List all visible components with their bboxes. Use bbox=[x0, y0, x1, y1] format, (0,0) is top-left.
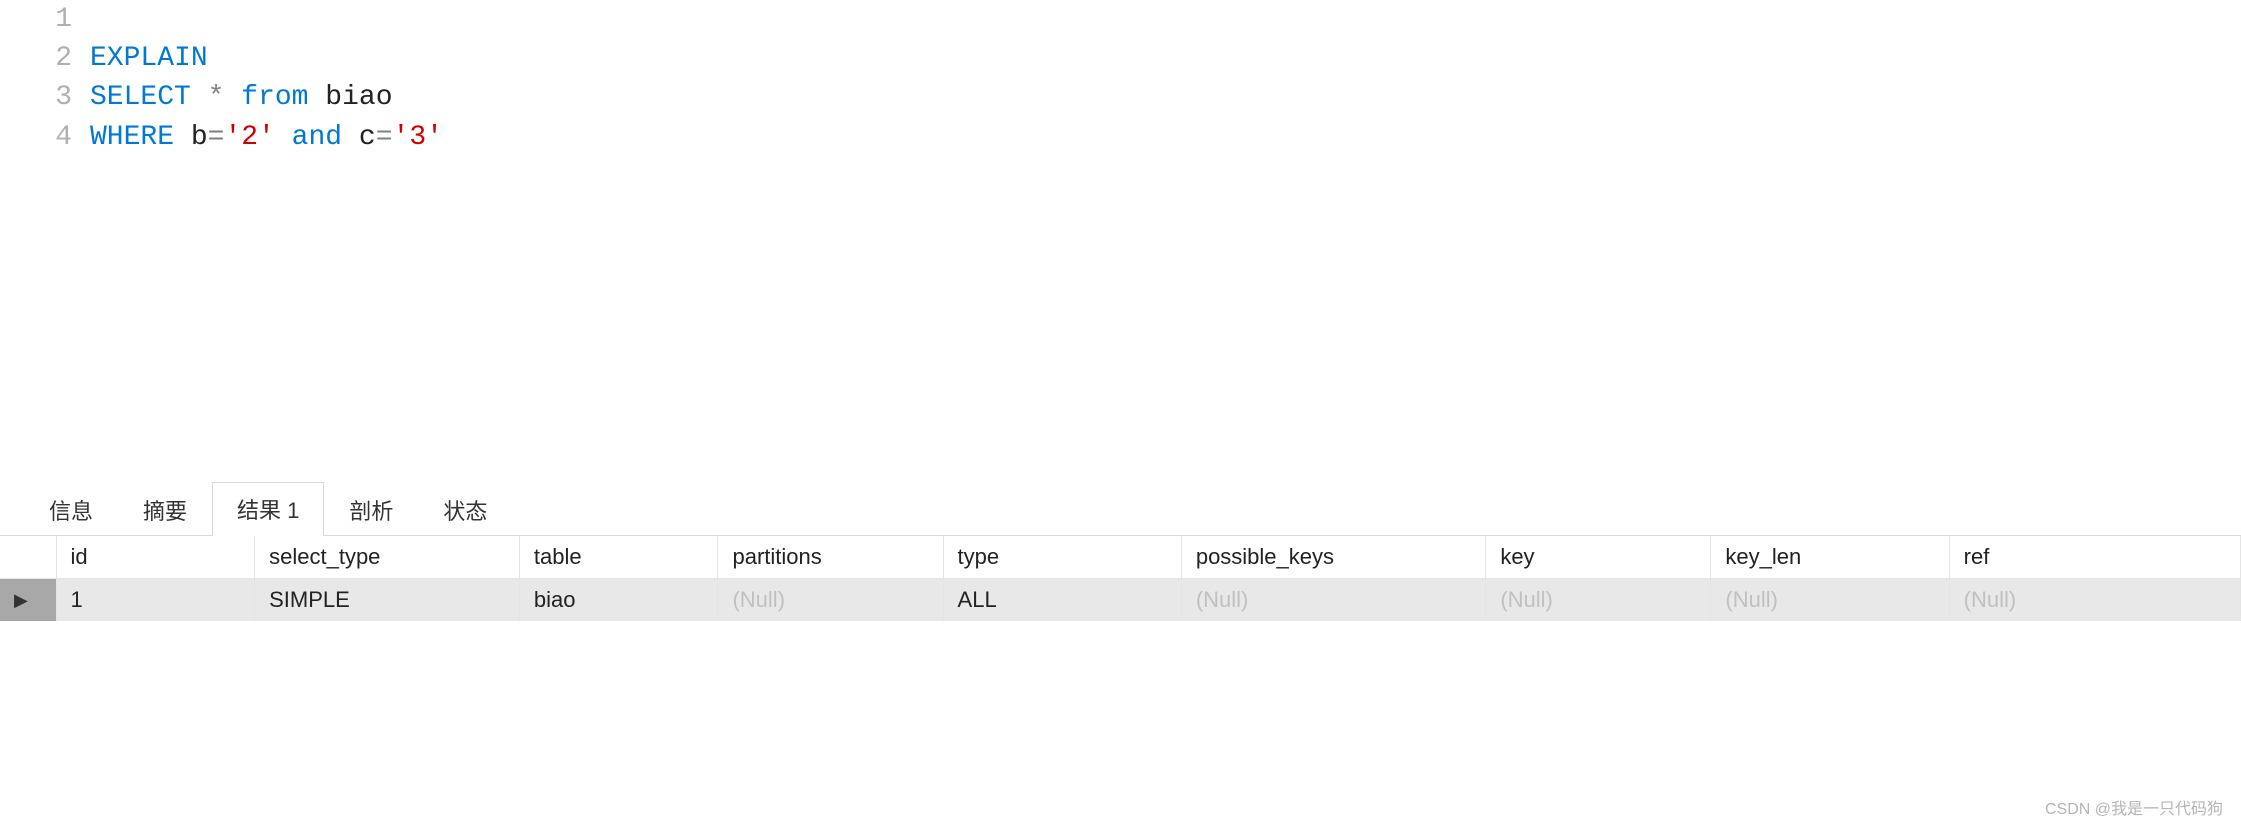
column-header-key[interactable]: key bbox=[1486, 536, 1711, 579]
cell-table[interactable]: biao bbox=[519, 579, 718, 622]
row-handle-header bbox=[0, 536, 56, 579]
line-number: 1 bbox=[0, 0, 90, 39]
column-header-partitions[interactable]: partitions bbox=[718, 536, 943, 579]
cell-key_len[interactable]: (Null) bbox=[1711, 579, 1949, 622]
code-line[interactable]: 4WHERE b='2' and c='3' bbox=[0, 118, 2241, 157]
cell-ref[interactable]: (Null) bbox=[1949, 579, 2240, 622]
tab-2[interactable]: 结果 1 bbox=[212, 482, 324, 536]
code-line[interactable]: 1 bbox=[0, 0, 2241, 39]
code-content[interactable]: SELECT * from biao bbox=[90, 78, 393, 117]
code-line[interactable]: 2EXPLAIN bbox=[0, 39, 2241, 78]
tab-3[interactable]: 剖析 bbox=[324, 483, 418, 536]
tab-4[interactable]: 状态 bbox=[418, 483, 512, 536]
code-content[interactable]: WHERE b='2' and c='3' bbox=[90, 118, 443, 157]
code-content[interactable]: EXPLAIN bbox=[90, 39, 208, 78]
column-header-id[interactable]: id bbox=[56, 536, 255, 579]
watermark: CSDN @我是一只代码狗 bbox=[2045, 795, 2223, 819]
cell-partitions[interactable]: (Null) bbox=[718, 579, 943, 622]
column-header-select_type[interactable]: select_type bbox=[255, 536, 520, 579]
column-header-key_len[interactable]: key_len bbox=[1711, 536, 1949, 579]
sql-editor[interactable]: 12EXPLAIN3SELECT * from biao4WHERE b='2'… bbox=[0, 0, 2241, 490]
table-row[interactable]: ▶1SIMPLEbiao(Null)ALL(Null)(Null)(Null)(… bbox=[0, 579, 2241, 622]
row-marker-icon[interactable]: ▶ bbox=[0, 579, 56, 622]
line-number: 3 bbox=[0, 78, 90, 117]
column-header-ref[interactable]: ref bbox=[1949, 536, 2240, 579]
line-number: 4 bbox=[0, 118, 90, 157]
column-header-type[interactable]: type bbox=[943, 536, 1181, 579]
cell-select_type[interactable]: SIMPLE bbox=[255, 579, 520, 622]
cell-possible_keys[interactable]: (Null) bbox=[1181, 579, 1485, 622]
column-header-table[interactable]: table bbox=[519, 536, 718, 579]
tab-1[interactable]: 摘要 bbox=[118, 483, 212, 536]
cell-id[interactable]: 1 bbox=[56, 579, 255, 622]
column-header-possible_keys[interactable]: possible_keys bbox=[1181, 536, 1485, 579]
cell-type[interactable]: ALL bbox=[943, 579, 1181, 622]
cell-key[interactable]: (Null) bbox=[1486, 579, 1711, 622]
result-grid[interactable]: idselect_typetablepartitionstypepossible… bbox=[0, 536, 2241, 621]
code-line[interactable]: 3SELECT * from biao bbox=[0, 78, 2241, 117]
tab-0[interactable]: 信息 bbox=[24, 483, 118, 536]
line-number: 2 bbox=[0, 39, 90, 78]
result-tabs: 信息摘要结果 1剖析状态 bbox=[0, 490, 2241, 536]
